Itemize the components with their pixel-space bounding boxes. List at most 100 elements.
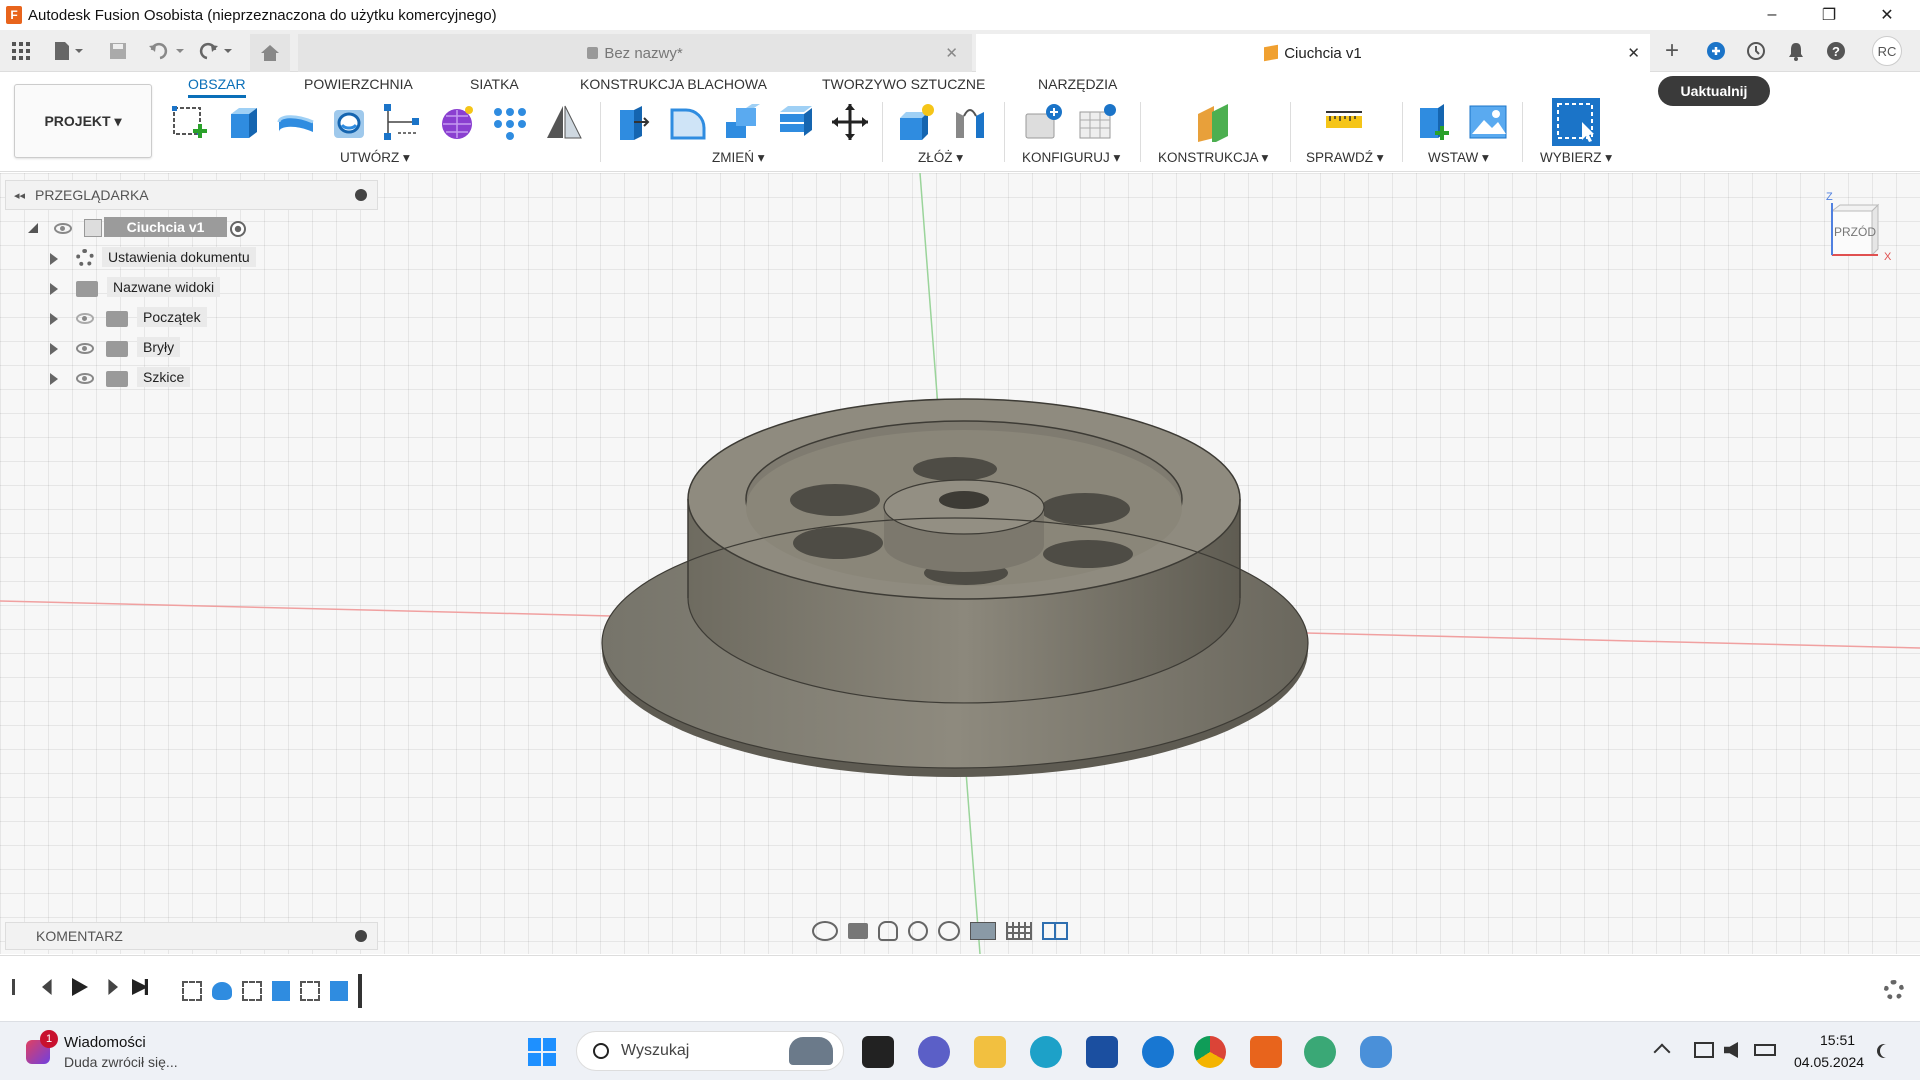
grid-settings-icon[interactable] [1006,922,1032,940]
shell-icon[interactable] [776,102,816,142]
sovol-app-icon[interactable] [1304,1036,1336,1068]
group-assemble-label[interactable]: ZŁÓŻ ▾ [918,150,963,166]
news-widget[interactable]: 1 Wiadomości Duda zwrócił się... [22,1030,222,1074]
expand-icon[interactable] [50,283,58,295]
slicer-app-icon[interactable] [1360,1036,1392,1068]
visibility-eye-icon[interactable] [76,373,94,384]
go-to-start-icon[interactable] [12,979,28,995]
teams-chat-icon[interactable] [918,1036,950,1068]
zoom-window-icon[interactable] [938,921,960,941]
tab-siatka[interactable]: SIATKA [470,74,519,98]
update-button[interactable]: Uaktualnij [1658,76,1770,106]
clock-time[interactable]: 15:51 [1820,1032,1855,1048]
form-icon[interactable] [437,102,477,142]
save-icon[interactable] [106,38,130,64]
fillet-icon[interactable] [668,102,708,142]
home-icon[interactable] [250,34,290,72]
tree-root[interactable]: Ciuchcia v1 [24,217,246,241]
timeline-extrude-icon[interactable] [330,981,348,1001]
job-status-icon[interactable] [1742,38,1770,64]
clock-date[interactable]: 04.05.2024 [1794,1054,1864,1070]
hole-icon[interactable] [330,102,370,142]
tree-item-sketches[interactable]: Szkice [24,367,194,391]
comment-panel-header[interactable]: KOMENTARZ [5,922,378,950]
apps-grid-icon[interactable] [8,38,34,64]
file-menu-icon[interactable] [48,38,88,64]
volume-icon[interactable] [1724,1042,1738,1058]
display-icon[interactable] [1694,1042,1714,1058]
help-icon[interactable]: ? [1822,38,1850,64]
group-modify-label[interactable]: ZMIEŃ ▾ [712,150,765,166]
orbit-icon[interactable] [812,921,838,941]
extrude-icon[interactable] [223,102,263,142]
sketch-dimension-icon[interactable] [382,102,422,142]
pan-hand-icon[interactable] [878,921,898,941]
extensions-icon[interactable] [1702,38,1730,64]
display-settings-icon[interactable] [970,922,996,940]
undo-icon[interactable] [146,38,186,64]
expand-icon[interactable] [50,313,58,325]
expand-icon[interactable] [50,253,58,265]
group-configure-label[interactable]: KONFIGURUJ ▾ [1022,150,1120,166]
timeline-marker[interactable] [358,974,362,1008]
browser-panel-header[interactable]: ◂◂ PRZEGLĄDARKA [5,180,378,210]
edge-browser-icon[interactable] [1030,1036,1062,1068]
select-icon[interactable] [1552,98,1600,146]
redo-icon[interactable] [195,38,235,64]
configure-table-icon[interactable] [1078,102,1118,142]
do-not-disturb-icon[interactable] [1880,1044,1894,1058]
pattern-icon[interactable] [490,102,530,142]
hidden-eye-icon[interactable] [76,313,94,324]
timeline-sketch-icon[interactable] [300,981,320,1001]
tab-obszar[interactable]: OBSZAR [188,74,246,98]
tab-narzedzia[interactable]: NARZĘDZIA [1038,74,1117,98]
fusion-app-icon[interactable] [1250,1036,1282,1068]
expand-collapse-icon[interactable] [28,223,38,233]
tree-item-settings[interactable]: Ustawienia dokumentu [24,247,264,271]
tab-powierzchnia[interactable]: POWIERZCHNIA [304,74,413,98]
viewports-icon[interactable] [1042,922,1068,940]
close-window-button[interactable]: ✕ [1864,0,1910,30]
tab-bez-nazwy[interactable]: Bez nazwy* ✕ [298,34,972,72]
group-construct-label[interactable]: KONSTRUKCJA ▾ [1158,150,1268,166]
look-at-icon[interactable] [848,923,868,939]
project-button[interactable]: PROJEKT ▾ [14,84,152,158]
panel-minimize-icon[interactable] [355,189,367,201]
group-create-label[interactable]: UTWÓRZ ▾ [340,150,410,166]
step-back-icon[interactable] [42,979,52,995]
new-component-icon[interactable] [896,102,936,142]
measure-icon[interactable] [1324,102,1364,142]
tab-tworzywo-sztuczne[interactable]: TWORZYWO SZTUCZNE [822,74,985,98]
start-button[interactable] [526,1036,558,1068]
microsoft-store-icon[interactable] [1086,1036,1118,1068]
zoom-icon[interactable] [908,921,928,941]
tree-item-origin[interactable]: Początek [24,307,214,331]
expand-icon[interactable] [50,373,58,385]
tree-item-named-views[interactable]: Nazwane widoki [24,277,224,301]
timeline-revolve-icon[interactable] [212,982,232,1000]
notifications-bell-icon[interactable] [1782,38,1810,64]
group-insert-label[interactable]: WSTAW ▾ [1428,150,1489,166]
close-tab-icon[interactable]: ✕ [1627,44,1640,62]
timeline-sketch-icon[interactable] [182,981,202,1001]
step-forward-icon[interactable] [108,979,118,995]
insert-derive-icon[interactable] [1414,102,1454,142]
add-comment-icon[interactable] [355,930,367,942]
offset-plane-icon[interactable] [1194,102,1234,142]
create-sketch-icon[interactable] [170,102,210,142]
restore-button[interactable]: ❐ [1806,0,1852,30]
settings-gear-icon[interactable] [1884,980,1904,1000]
revolve-icon[interactable] [276,102,316,142]
new-tab-icon[interactable]: + [1656,37,1688,64]
expand-icon[interactable] [50,343,58,355]
file-explorer-icon[interactable] [974,1036,1006,1068]
visibility-eye-icon[interactable] [76,343,94,354]
combine-icon[interactable] [722,102,762,142]
visibility-eye-icon[interactable] [54,223,72,234]
minimize-button[interactable]: – [1749,0,1795,30]
tab-konstrukcja-blachowa[interactable]: KONSTRUKCJA BLACHOWA [580,74,767,98]
3d-canvas[interactable]: PRZÓD Z X [0,173,1920,954]
chevron-up-icon[interactable] [1653,1043,1671,1061]
close-tab-icon[interactable]: ✕ [945,44,958,62]
network-app-icon[interactable] [1142,1036,1174,1068]
